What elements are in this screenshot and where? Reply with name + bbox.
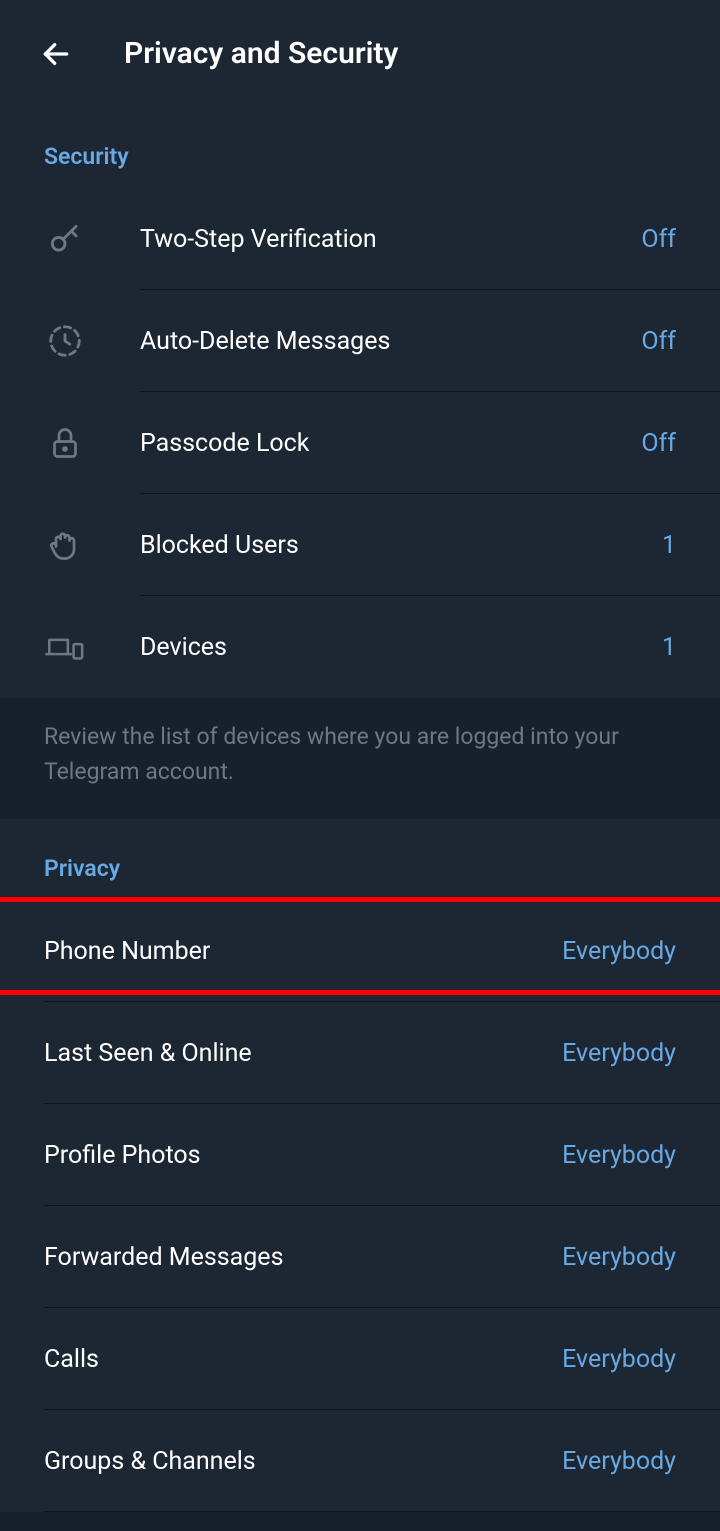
security-section: Security Two-Step Verification Off Auto-… bbox=[0, 107, 720, 698]
devices-icon bbox=[44, 626, 86, 668]
page-title: Privacy and Security bbox=[124, 36, 398, 71]
key-icon bbox=[44, 218, 86, 260]
groups-channels-row[interactable]: Groups & Channels Everybody bbox=[0, 1410, 720, 1512]
row-label: Auto-Delete Messages bbox=[140, 327, 641, 356]
row-value: 1 bbox=[662, 531, 676, 560]
auto-delete-messages-row[interactable]: Auto-Delete Messages Off bbox=[0, 290, 720, 392]
arrow-left-icon bbox=[40, 38, 72, 70]
row-value: Off bbox=[641, 429, 676, 458]
blocked-users-row[interactable]: Blocked Users 1 bbox=[0, 494, 720, 596]
lock-icon bbox=[44, 422, 86, 464]
row-label: Two-Step Verification bbox=[140, 225, 641, 254]
row-value: 1 bbox=[662, 633, 676, 662]
row-value: Everybody bbox=[562, 1447, 676, 1476]
privacy-section-title: Privacy bbox=[0, 819, 720, 900]
profile-photos-row[interactable]: Profile Photos Everybody bbox=[0, 1104, 720, 1206]
row-value: Everybody bbox=[562, 1345, 676, 1374]
phone-number-row[interactable]: Phone Number Everybody bbox=[0, 900, 720, 1002]
security-section-title: Security bbox=[0, 107, 720, 188]
hand-icon bbox=[44, 524, 86, 566]
row-label: Profile Photos bbox=[44, 1141, 562, 1170]
row-label: Blocked Users bbox=[140, 531, 662, 560]
row-label: Groups & Channels bbox=[44, 1447, 562, 1476]
privacy-section: Privacy Phone Number Everybody Last Seen… bbox=[0, 819, 720, 1512]
forwarded-messages-row[interactable]: Forwarded Messages Everybody bbox=[0, 1206, 720, 1308]
row-label: Forwarded Messages bbox=[44, 1243, 562, 1272]
row-value: Off bbox=[641, 327, 676, 356]
devices-row[interactable]: Devices 1 bbox=[0, 596, 720, 698]
row-value: Everybody bbox=[562, 1039, 676, 1068]
row-value: Everybody bbox=[562, 1141, 676, 1170]
row-value: Off bbox=[641, 225, 676, 254]
row-label: Phone Number bbox=[44, 937, 562, 966]
row-label: Last Seen & Online bbox=[44, 1039, 562, 1068]
security-footer: Review the list of devices where you are… bbox=[0, 698, 720, 819]
two-step-verification-row[interactable]: Two-Step Verification Off bbox=[0, 188, 720, 290]
row-value: Everybody bbox=[562, 1243, 676, 1272]
calls-row[interactable]: Calls Everybody bbox=[0, 1308, 720, 1410]
row-label: Calls bbox=[44, 1345, 562, 1374]
timer-icon bbox=[44, 320, 86, 362]
back-button[interactable] bbox=[32, 30, 80, 78]
row-label: Devices bbox=[140, 633, 662, 662]
passcode-lock-row[interactable]: Passcode Lock Off bbox=[0, 392, 720, 494]
header: Privacy and Security bbox=[0, 0, 720, 107]
row-value: Everybody bbox=[562, 937, 676, 966]
last-seen-online-row[interactable]: Last Seen & Online Everybody bbox=[0, 1002, 720, 1104]
row-label: Passcode Lock bbox=[140, 429, 641, 458]
